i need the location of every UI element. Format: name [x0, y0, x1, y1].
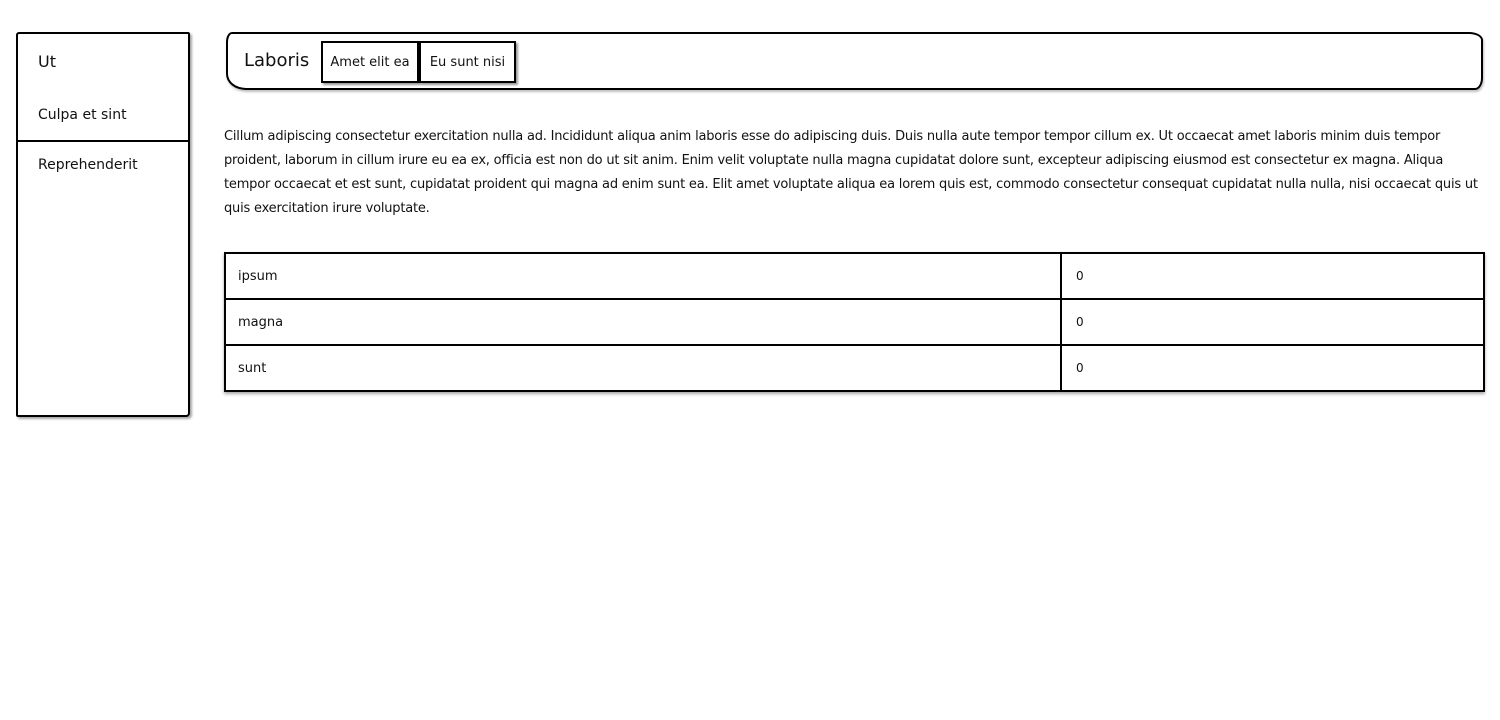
table-cell-value: 0	[1060, 344, 1485, 392]
table-row: magna 0	[224, 298, 1485, 346]
table-cell-value: 0	[1060, 298, 1485, 346]
data-table: ipsum 0 magna 0 sunt 0	[224, 252, 1485, 392]
body-paragraph: Cillum adipiscing consectetur exercitati…	[224, 129, 1478, 216]
table-cell-name: sunt	[224, 344, 1062, 392]
table-row: ipsum 0	[224, 252, 1485, 300]
nav-button-eu-sunt-nisi[interactable]: Eu sunt nisi	[419, 41, 516, 83]
table-row: sunt 0	[224, 344, 1485, 392]
sidebar-header: Ut	[38, 52, 56, 71]
table-cell-value: 0	[1060, 252, 1485, 300]
sidebar-divider	[18, 140, 188, 142]
sidebar-item-reprehenderit[interactable]: Reprehenderit	[38, 157, 138, 173]
sidebar: Ut Culpa et sint Reprehenderit	[16, 32, 190, 417]
nav-button-amet-elit-ea[interactable]: Amet elit ea	[321, 41, 419, 83]
top-navbar: Laboris Amet elit ea Eu sunt nisi	[226, 32, 1483, 90]
navbar-brand[interactable]: Laboris	[244, 50, 309, 71]
table-cell-name: magna	[224, 298, 1062, 346]
table-cell-name: ipsum	[224, 252, 1062, 300]
sidebar-item-culpa-et-sint[interactable]: Culpa et sint	[38, 107, 127, 123]
